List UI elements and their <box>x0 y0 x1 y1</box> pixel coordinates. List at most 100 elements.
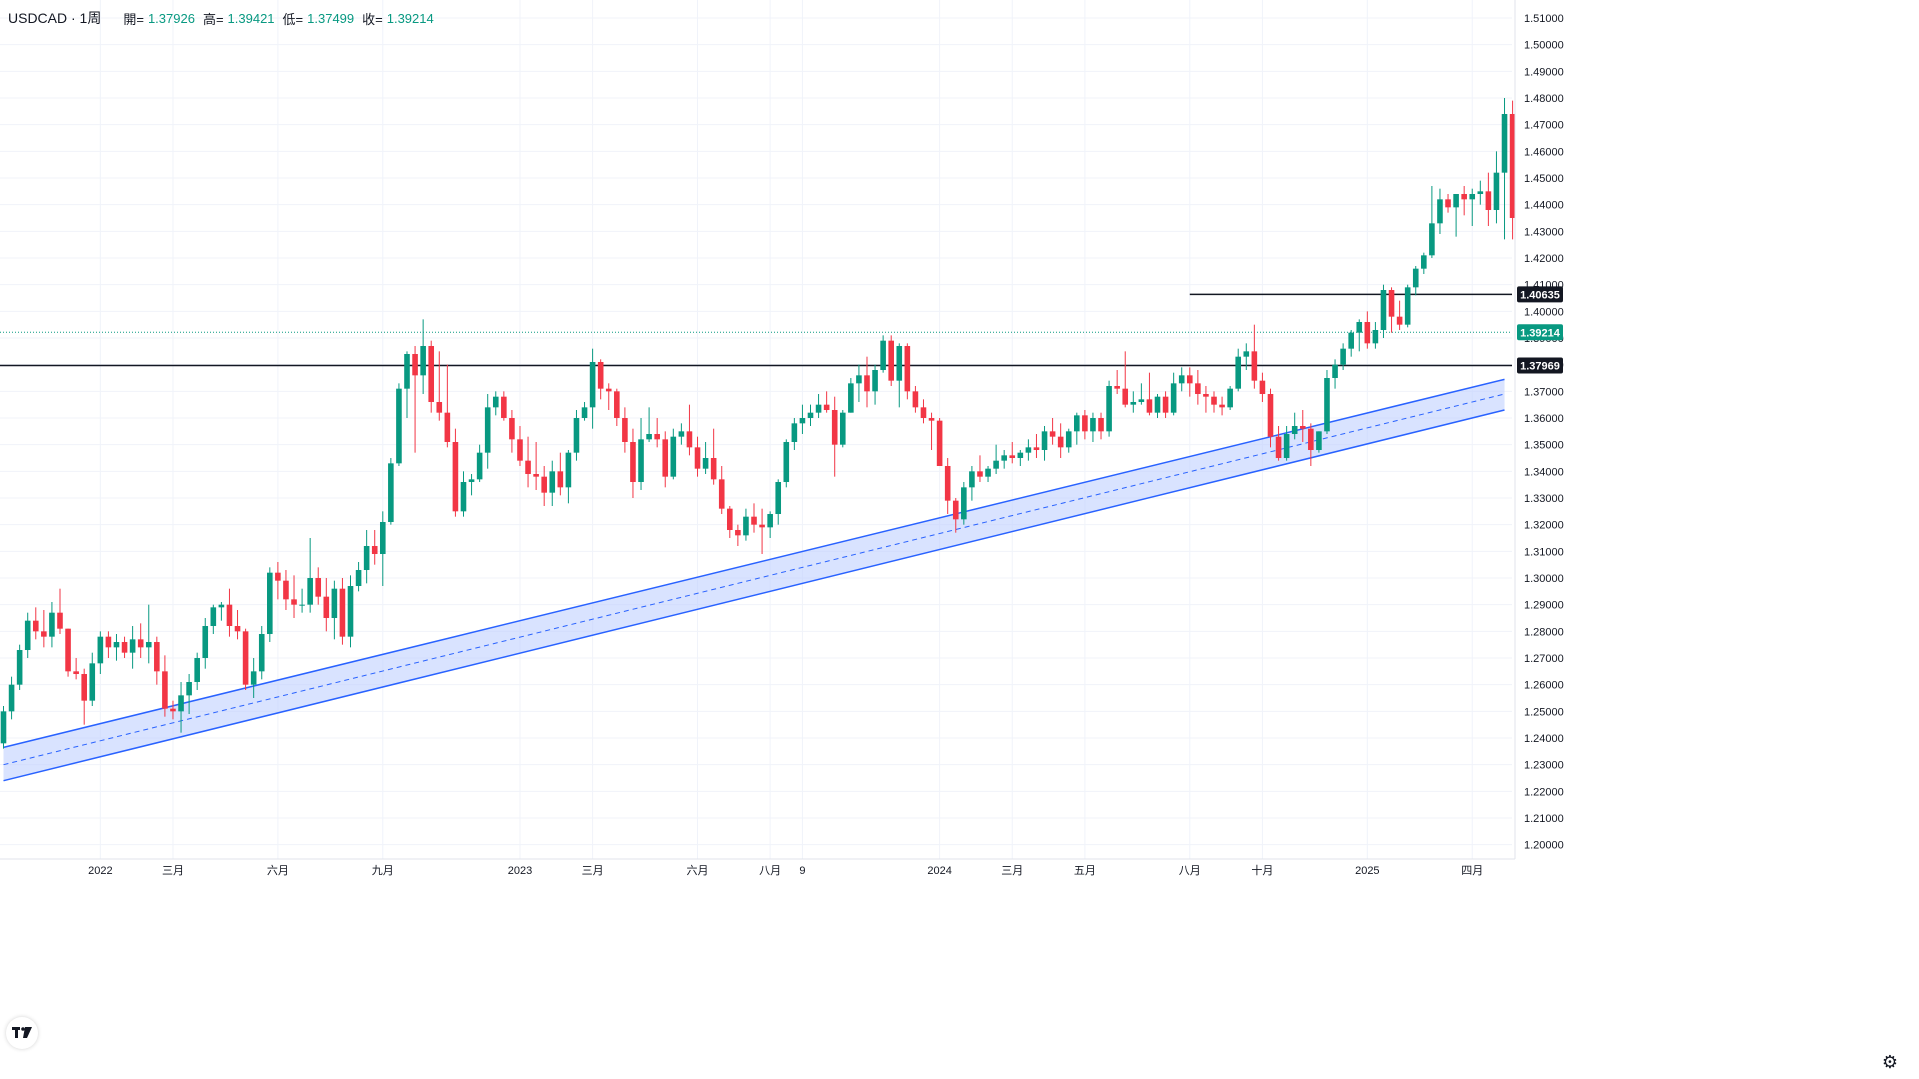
candle-body <box>1429 223 1435 256</box>
y-tick-label: 1.35000 <box>1524 440 1564 452</box>
candle-body <box>1299 426 1306 429</box>
x-tick-label: 2023 <box>508 865 532 877</box>
candle-body <box>339 588 346 637</box>
time-axis <box>0 859 1515 1079</box>
x-tick-label: 2024 <box>927 865 951 877</box>
candle-body <box>137 639 144 648</box>
candle-body <box>291 599 297 605</box>
y-tick-label: 1.33000 <box>1524 493 1564 505</box>
candle-body <box>678 431 685 437</box>
y-tick-label: 1.25000 <box>1524 706 1564 718</box>
y-tick-label: 1.36000 <box>1524 413 1564 425</box>
y-tick-label: 1.37000 <box>1524 386 1564 398</box>
candle-body <box>1098 418 1104 432</box>
y-tick-label: 1.30000 <box>1524 573 1564 585</box>
y-tick-label: 1.48000 <box>1524 93 1564 105</box>
candle-body <box>1275 436 1282 459</box>
candle-body <box>1186 375 1193 384</box>
candle-body <box>1074 415 1080 432</box>
candle-body <box>428 346 435 403</box>
candle-body <box>1033 447 1040 451</box>
candle-body <box>1259 380 1266 395</box>
candle-body <box>1437 199 1443 224</box>
candle-body <box>783 442 790 483</box>
candle-body <box>162 671 168 709</box>
candle-body <box>1493 172 1500 211</box>
candle-body <box>1203 394 1209 397</box>
y-tick-label: 1.21000 <box>1524 813 1564 825</box>
candle-body <box>1130 402 1137 405</box>
candle-body <box>904 346 911 392</box>
candle-body <box>686 431 693 448</box>
candle-body <box>226 604 233 627</box>
candle-body <box>557 471 564 488</box>
candle-body <box>420 346 426 376</box>
candle-body <box>444 412 451 443</box>
x-tick-label: 五月 <box>1074 865 1096 877</box>
candle-body <box>864 375 870 392</box>
candle-body <box>404 354 410 389</box>
candle-body <box>541 476 547 493</box>
x-tick-label: 六月 <box>687 864 709 877</box>
candle-body <box>880 340 886 371</box>
candle-body <box>791 423 798 443</box>
y-tick-label: 1.40000 <box>1524 306 1564 318</box>
channel-upper-line <box>3 378 1505 749</box>
candle-body <box>735 530 741 536</box>
candle-body <box>1364 322 1371 344</box>
symbol-title[interactable]: USDCAD · 1周 <box>8 8 101 28</box>
tradingview-logo-icon[interactable] <box>6 1017 38 1049</box>
low-value: 1.37499 <box>307 10 355 26</box>
x-tick-label: 六月 <box>267 864 289 877</box>
candle-body <box>186 682 192 696</box>
legend-header: USDCAD · 1周 開= 1.37926 高= 1.39421 低= 1.3749… <box>8 8 434 28</box>
x-tick-label: 2022 <box>88 865 112 877</box>
candle-body <box>121 642 128 653</box>
candle-body <box>605 388 612 392</box>
chart-svg[interactable]: 1.20000 1.21000 1.22000 1.23000 1.24000 1.250… <box>0 0 1919 1079</box>
chart-area[interactable]: 1.20000 1.21000 1.22000 1.23000 1.24000 1.250… <box>0 0 1919 1079</box>
candle-body <box>888 340 894 381</box>
candle-body <box>1251 351 1258 381</box>
candle-body <box>614 391 620 419</box>
candle-body <box>1332 364 1338 379</box>
candle-body <box>517 439 523 461</box>
candle-body <box>549 471 556 493</box>
high-value: 1.39421 <box>227 10 275 26</box>
candle-body <box>1283 434 1290 459</box>
candle-body <box>250 671 257 685</box>
y-tick-label: 1.43000 <box>1524 226 1564 238</box>
candle-body <box>315 578 322 597</box>
resistance-price-tag-text: 1.40635 <box>1520 289 1560 301</box>
y-tick-label: 1.26000 <box>1524 680 1564 692</box>
candle-body <box>646 434 652 440</box>
candle-body <box>267 572 273 635</box>
candle-body <box>662 439 669 477</box>
candle-body <box>589 362 596 408</box>
candle-body <box>630 442 636 483</box>
candle-body <box>1041 431 1048 451</box>
y-tick-label: 1.46000 <box>1524 146 1564 158</box>
y-tick-label: 1.28000 <box>1524 626 1564 638</box>
candle-body <box>1146 399 1153 413</box>
candle-body <box>323 596 330 619</box>
candle-body <box>1211 396 1217 405</box>
close-label: 收= <box>362 11 383 27</box>
candle-body <box>194 658 200 683</box>
candle-body <box>743 516 749 536</box>
candle-body <box>1291 426 1298 435</box>
gear-icon[interactable]: ⚙ <box>1880 1052 1900 1072</box>
candle-body <box>460 482 467 512</box>
candle-body <box>24 620 31 651</box>
candle-body <box>961 487 967 520</box>
candle-body <box>977 471 983 477</box>
candle-body <box>1445 199 1451 208</box>
candle-body <box>702 458 709 469</box>
y-tick-label: 1.27000 <box>1524 653 1564 665</box>
candle-body <box>355 570 362 587</box>
candle-body <box>944 466 951 501</box>
y-tick-label: 1.34000 <box>1524 466 1564 478</box>
candle-body <box>49 612 55 637</box>
candle-body <box>751 516 757 525</box>
candle-body <box>1122 388 1129 405</box>
